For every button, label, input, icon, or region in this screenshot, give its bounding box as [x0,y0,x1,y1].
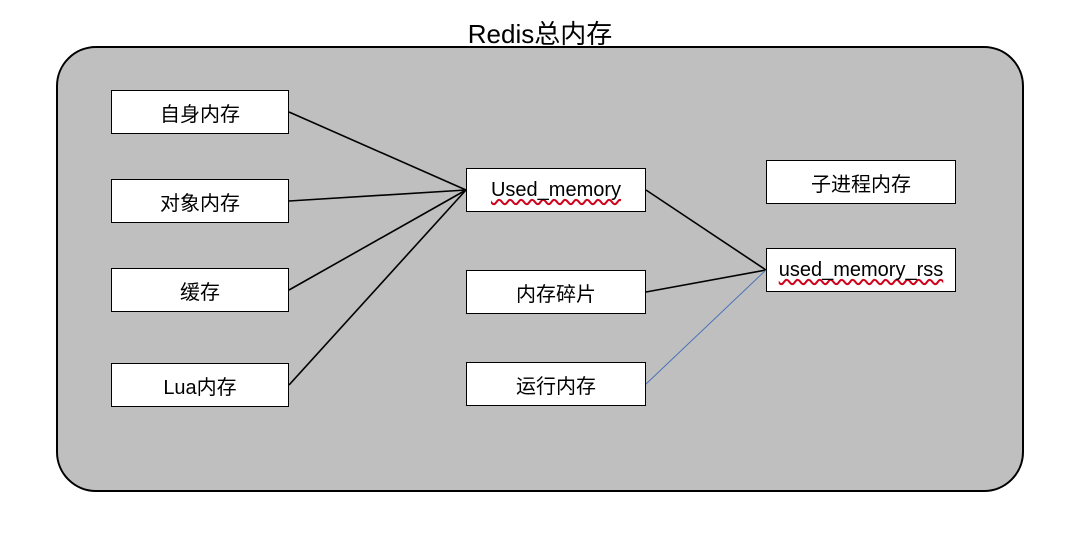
node-run-mem: 运行内存 [466,362,646,406]
node-label: used_memory_rss [779,259,944,282]
node-cache: 缓存 [111,268,289,312]
node-fragment: 内存碎片 [466,270,646,314]
node-used-memory: Used_memory [466,168,646,212]
node-label: 对象内存 [160,187,240,216]
node-label: 子进程内存 [811,168,911,197]
node-self-mem: 自身内存 [111,90,289,134]
node-used-memory-rss: used_memory_rss [766,248,956,292]
node-lua-mem: Lua内存 [111,363,289,407]
node-label: 自身内存 [160,98,240,127]
node-label: 内存碎片 [516,278,596,307]
node-child-proc: 子进程内存 [766,160,956,204]
node-label: Used_memory [491,179,621,202]
node-label: 缓存 [180,276,220,305]
node-label: Lua内存 [163,371,236,400]
diagram-title: Redis总内存 [0,14,1080,51]
node-label: 运行内存 [516,370,596,399]
node-obj-mem: 对象内存 [111,179,289,223]
